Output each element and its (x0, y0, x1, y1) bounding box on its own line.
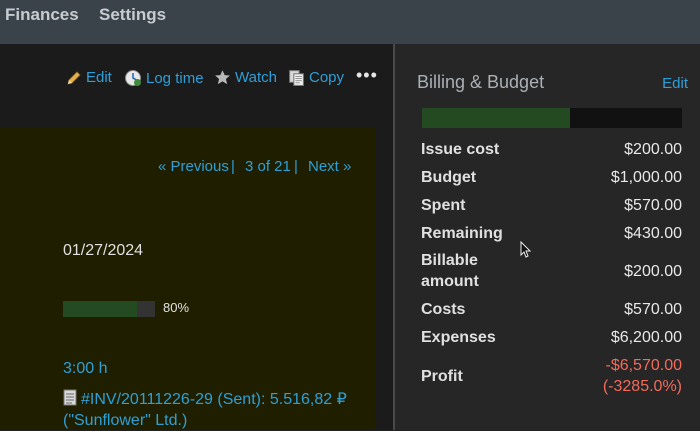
clock-icon (125, 70, 141, 86)
issue-actions: Edit Log time Watch Copy ••• (0, 65, 393, 91)
watch-action[interactable]: Watch (214, 69, 277, 86)
pager-separator: | (294, 158, 298, 175)
row-value: $570.00 (624, 300, 682, 318)
row-value: $570.00 (624, 196, 682, 214)
top-navigation: Finances Settings (0, 0, 700, 44)
row-value: $200.00 (624, 262, 682, 280)
row-profit: Profit -$6,570.00 (-3285.0%) (421, 351, 682, 401)
row-budget: Budget $1,000.00 (421, 163, 682, 191)
row-label: Budget (421, 168, 477, 186)
billing-edit-link[interactable]: Edit (662, 75, 688, 92)
previous-link[interactable]: « Previous (158, 158, 229, 175)
row-label: Issue cost (421, 140, 500, 158)
row-label: Billable amount (421, 252, 479, 290)
log-time-label: Log time (146, 69, 204, 87)
budget-progress-bar (422, 108, 682, 128)
done-progress-label: 80% (163, 300, 190, 315)
star-icon (215, 70, 230, 85)
row-issue-cost: Issue cost $200.00 (421, 135, 682, 163)
pencil-icon (67, 70, 81, 85)
row-remaining: Remaining $430.00 (421, 219, 682, 247)
row-label: Profit (421, 367, 463, 385)
nav-item-settings[interactable]: Settings (99, 5, 166, 25)
row-value: $430.00 (624, 224, 682, 242)
billing-budget-sidebar: Billing & Budget Edit Issue cost $200.00… (395, 44, 700, 430)
invoice-link[interactable]: #INV/20111226-29 (Sent): 5.516,82 ₽ ("Su… (63, 389, 363, 431)
budget-progress-fill (422, 108, 571, 128)
row-label: Expenses (421, 328, 496, 346)
row-value: $200.00 (624, 140, 682, 158)
watch-label: Watch (235, 69, 277, 86)
row-costs: Costs $570.00 (421, 295, 682, 323)
edit-label: Edit (86, 69, 112, 86)
billing-rows: Issue cost $200.00 Budget $1,000.00 Spen… (421, 135, 682, 401)
more-options-icon[interactable]: ••• (356, 65, 378, 86)
profit-amount: -$6,570.00 (605, 357, 682, 374)
row-label: Remaining (421, 224, 503, 242)
next-link[interactable]: Next » (308, 158, 351, 175)
row-value: $1,000.00 (610, 168, 682, 186)
row-spent: Spent $570.00 (421, 191, 682, 219)
edit-action[interactable]: Edit (66, 69, 112, 86)
due-date: 01/27/2024 (63, 242, 144, 259)
document-icon (63, 389, 77, 406)
row-billable-amount: Billable amount $200.00 (421, 247, 682, 295)
issue-main-panel: Edit Log time Watch Copy ••• « Previous … (0, 44, 393, 430)
spent-time-link[interactable]: 3:00 h (63, 360, 107, 378)
copy-action[interactable]: Copy (288, 69, 344, 86)
nav-item-finances[interactable]: Finances (5, 5, 79, 25)
invoice-label: #INV/20111226-29 (Sent): 5.516,82 ₽ ("Su… (63, 391, 347, 429)
issue-details: « Previous | 3 of 21 | Next » 01/27/2024… (0, 127, 375, 430)
copy-icon (289, 70, 304, 86)
log-time-action[interactable]: Log time (124, 69, 204, 87)
pager-position[interactable]: 3 of 21 (245, 158, 291, 175)
profit-percent: (-3285.0%) (602, 378, 682, 395)
copy-label: Copy (309, 69, 345, 86)
done-progress-bar (63, 301, 155, 317)
row-label: Costs (421, 300, 466, 318)
row-value: $6,200.00 (610, 328, 682, 346)
row-label: Spent (421, 196, 466, 214)
billing-budget-title: Billing & Budget (417, 72, 545, 92)
done-progress-fill (63, 301, 137, 317)
profit-value: -$6,570.00 (-3285.0%) (603, 355, 682, 397)
mouse-pointer-icon (520, 241, 531, 258)
row-expenses: Expenses $6,200.00 (421, 323, 682, 351)
pager-separator: | (231, 158, 235, 175)
